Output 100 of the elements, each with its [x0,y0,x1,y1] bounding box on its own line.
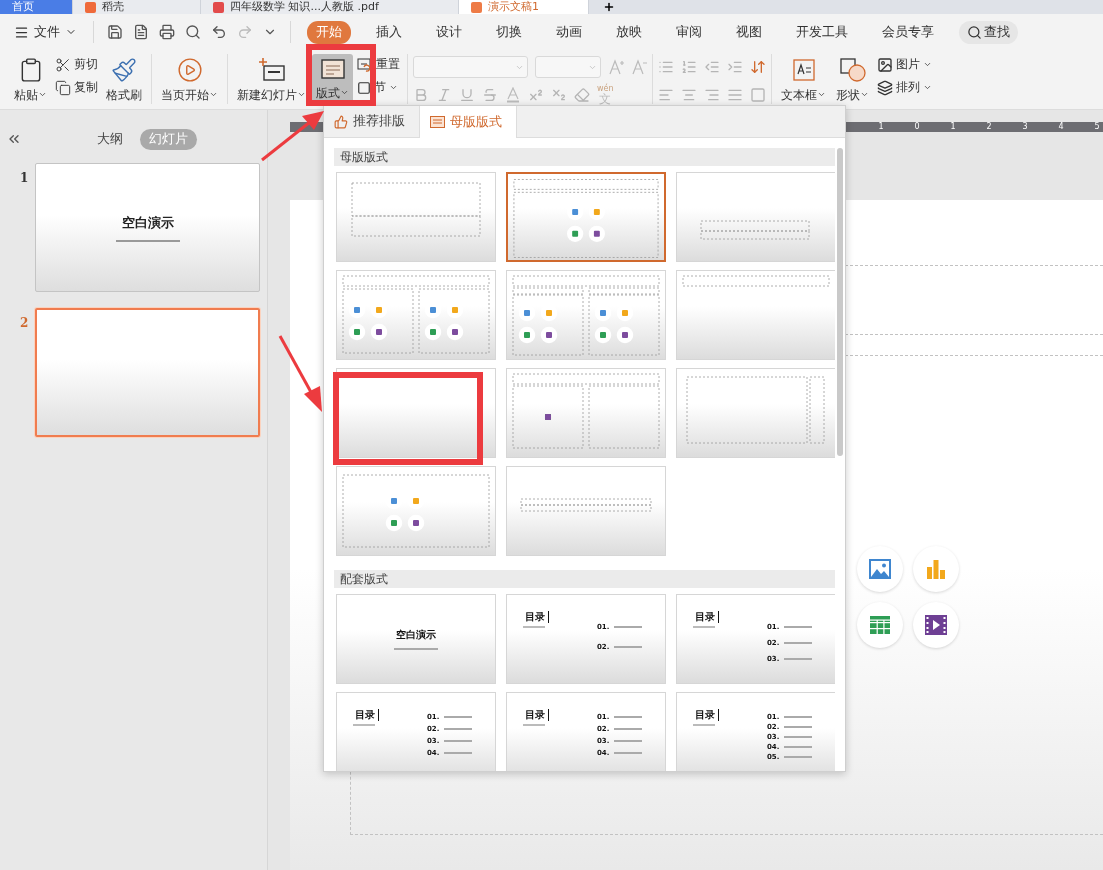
caret-icon [389,83,398,92]
entry-line [444,728,473,730]
reset-button[interactable]: 重置 [355,56,402,73]
caret-icon [38,90,47,99]
ribbon-tab[interactable]: 插入 [367,20,411,44]
play-button[interactable]: 当页开始 [157,54,222,107]
ribbon-tab[interactable]: 视图 [727,20,771,44]
layout-icon [319,57,346,81]
ruler-number: 5 [1093,122,1101,132]
document-tab[interactable]: 首页 [0,0,73,14]
font-name-field[interactable] [413,56,528,78]
layout-option[interactable] [506,172,666,262]
caret-icon [209,90,218,99]
redo-icon[interactable] [237,24,253,40]
entry-line [614,740,643,742]
document-icon [85,1,96,13]
align-left-icon[interactable] [658,87,674,103]
menu-icon [14,24,29,40]
caption-line [523,724,545,726]
scissors-icon [55,56,71,73]
ribbon-tab[interactable]: 放映 [607,20,651,44]
ribbon-tab[interactable]: 动画 [547,20,591,44]
copy-icon [55,79,71,96]
ribbon-tab[interactable]: 会员专享 [873,20,943,44]
thumbs-up-icon [334,114,348,129]
shape-button[interactable]: 形状 [832,54,873,107]
numbered-list-icon[interactable] [681,59,697,75]
view-tab[interactable]: 大纲 [88,128,132,150]
undo-icon[interactable] [211,24,227,40]
strikethrough-icon[interactable] [482,87,498,103]
layout-option[interactable]: 空白演示 [336,594,496,684]
annotation-frame [306,44,376,106]
entry-line [784,736,813,738]
entry-line [444,752,473,754]
ribbon-tab[interactable]: 切换 [487,20,531,44]
eraser-icon[interactable] [574,87,590,103]
image-icon [877,56,893,73]
brush-icon [111,57,137,83]
layout-tab[interactable]: 母版版式 [420,106,517,138]
ruler-number: 1 [949,122,957,132]
copy-button[interactable]: 复制 [53,79,100,96]
search-button[interactable]: 查找 [959,20,1018,44]
document-tab[interactable]: 演示文稿1 [459,0,589,14]
grow-font-icon[interactable] [608,59,624,75]
file-menu[interactable]: 文件 [14,23,83,41]
picture-button[interactable]: 图片 [875,56,934,73]
ribbon-tab[interactable]: 开发工具 [787,20,857,44]
ribbon-tab[interactable]: 设计 [427,20,471,44]
text-box-button[interactable]: 文本框 [777,54,830,107]
ruler-number: 0 [913,122,921,132]
ruler-number: 1 [877,122,885,132]
caret-icon [297,90,306,99]
entry-line [784,642,813,644]
font-size-field[interactable] [535,56,601,78]
superscript-icon[interactable] [528,87,544,103]
italic-icon[interactable] [436,87,452,103]
slide-thumbnail[interactable] [35,308,260,437]
slide-thumbnail[interactable]: 空白演示 [35,163,260,292]
insert-media-button[interactable] [857,546,903,592]
entry-line [614,626,643,628]
preview-icon[interactable] [185,24,201,40]
arrange-button[interactable]: 排列 [875,79,934,96]
distribute-icon[interactable] [750,87,766,103]
ribbon-tab[interactable]: 审阅 [667,20,711,44]
insert-media-button[interactable] [913,602,959,648]
entry-line [784,746,813,748]
align-center-icon[interactable] [681,87,697,103]
new-tab-icon[interactable] [603,1,615,13]
entry-line [444,740,473,742]
caret-icon [923,60,932,69]
text-direction-icon[interactable] [750,59,766,75]
print-icon[interactable] [159,24,175,40]
slide-number: 1 [20,170,28,187]
ruler-number: 4 [1057,122,1065,132]
entry-line [614,646,643,648]
document-icon [471,1,482,13]
entry-line [614,752,643,754]
bold-icon[interactable] [413,87,429,103]
document-tab[interactable]: 稻壳 [73,0,201,14]
indent-icon[interactable] [727,59,743,75]
scrollbar-thumb[interactable] [837,148,843,456]
format-painter-button[interactable]: 格式刷 [102,54,146,107]
font-color-icon[interactable] [505,87,521,103]
outdent-icon[interactable] [704,59,720,75]
bullet-list-icon[interactable] [658,59,674,75]
new-slide-button[interactable]: 新建幻灯片 [233,54,310,107]
cut-button[interactable]: 剪切 [53,56,100,73]
insert-media-button[interactable] [857,602,903,648]
save-icon[interactable] [107,24,123,40]
entry-line [784,726,813,728]
align-right-icon[interactable] [704,87,720,103]
export-icon[interactable] [133,24,149,40]
underline-icon[interactable] [459,87,475,103]
shrink-font-icon[interactable] [631,59,647,75]
subscript-icon[interactable] [551,87,567,103]
document-tab[interactable]: 四年级数学 知识...人教版 .pdf [201,0,459,14]
justify-icon[interactable] [727,87,743,103]
play-icon [176,57,203,83]
paste-button[interactable]: 粘贴 [10,54,51,107]
section-button[interactable]: 节 [355,79,402,96]
